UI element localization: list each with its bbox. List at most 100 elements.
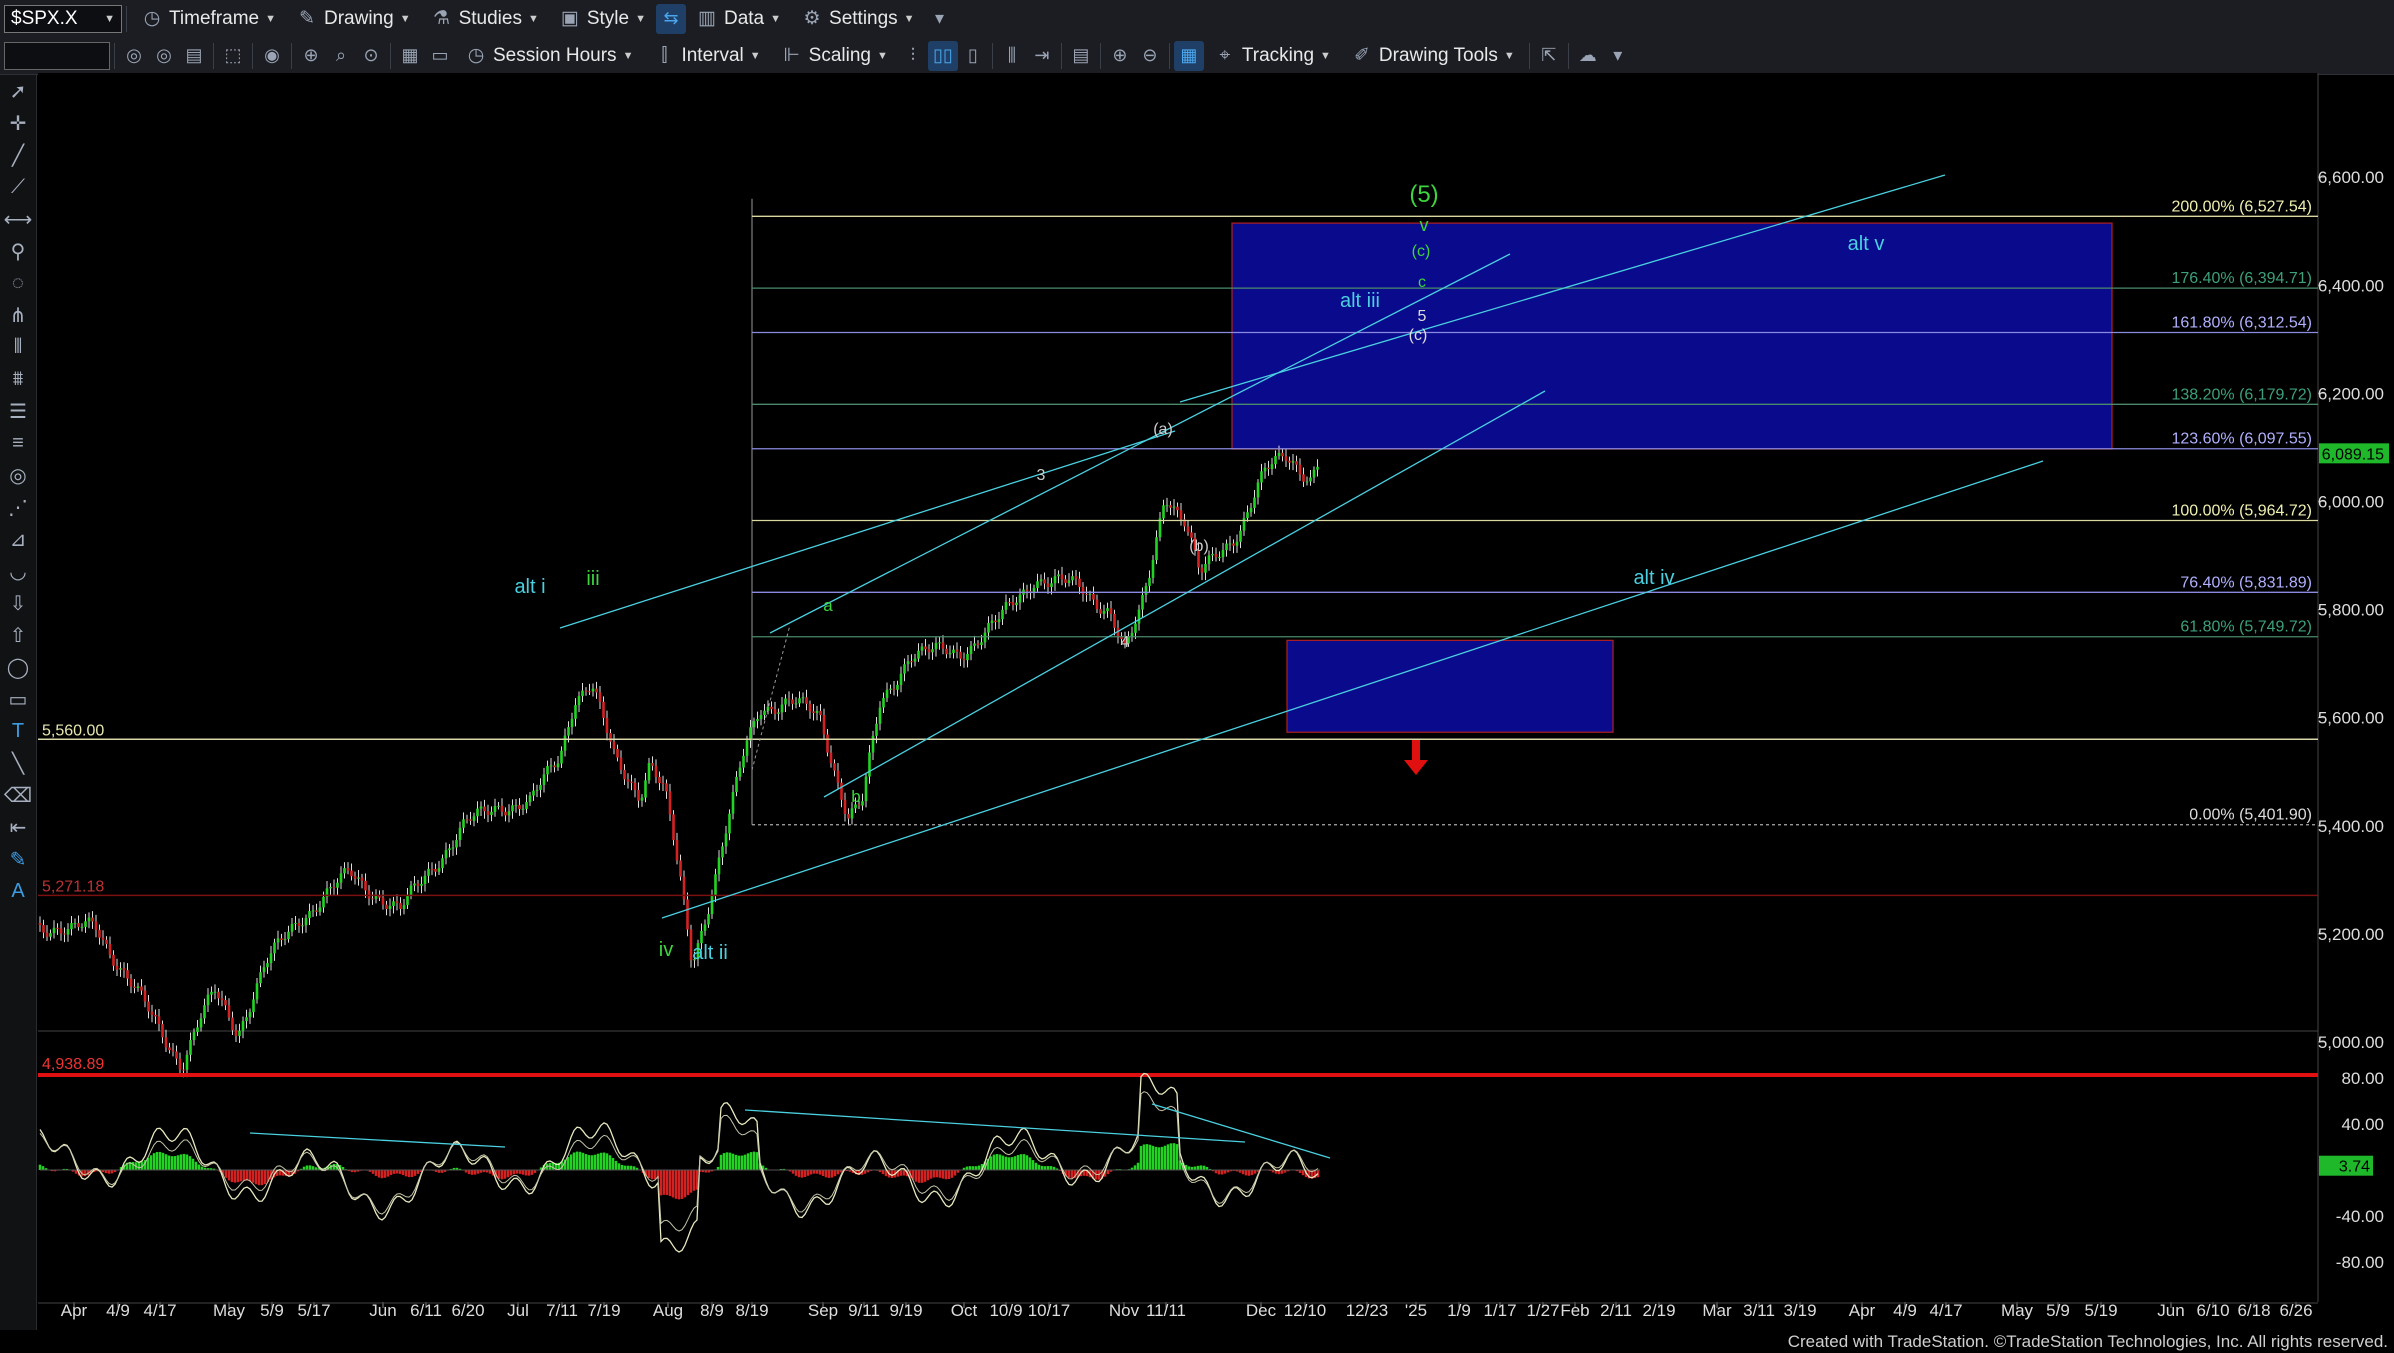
ellipse-icon[interactable]: ◯ [0,651,36,683]
grid-icon[interactable]: ▦ [1173,40,1204,71]
panel-icon[interactable]: ▤ [1066,41,1096,71]
chevron-down-icon: ▼ [1503,49,1515,62]
candle-body [336,882,339,888]
interval-menu[interactable]: ⫿ Interval ▼ [643,37,770,74]
arrow-up-icon[interactable]: ⇧ [0,619,36,651]
candle-body [73,922,77,924]
snap-icon[interactable]: ⇤ [0,811,36,843]
shift-chart-icon[interactable]: ⇥ [1027,41,1057,71]
candle-body [945,648,948,655]
crosshair-icon[interactable]: ⊕ [296,41,326,71]
crosshair-icon[interactable]: ✛ [0,107,36,139]
candle-body [318,907,322,912]
chevron-down-icon: ▼ [903,12,915,25]
more-icon[interactable]: ▾ [925,4,955,34]
stack-icon[interactable]: ▦ [395,41,425,71]
candle-body [371,898,374,900]
candle-body [819,710,822,716]
symbol-selector[interactable]: $SPX.X ▼ [4,4,122,33]
rectangle-icon[interactable]: ▭ [0,683,36,715]
window-icon[interactable]: ▭ [425,41,455,71]
candle-body [59,928,63,934]
interval-input[interactable] [4,41,110,70]
label-tool-icon[interactable]: A [0,875,36,907]
highlighter-icon[interactable]: ✎ [0,843,36,875]
candle-body [938,642,941,644]
bar-style-icon[interactable]: ⫶ [898,41,928,71]
session-hours-menu[interactable]: ◷ Session Hours ▼ [455,37,643,74]
data-window-icon[interactable]: ⊙ [356,41,386,71]
time-axis-label: 10/17 [1028,1301,1071,1320]
candle-body [910,661,913,663]
fib-circle-icon[interactable]: ◌ [0,267,36,299]
tracking-menu[interactable]: ⌖ Tracking ▼ [1204,37,1341,74]
line-tool-icon[interactable]: ╲ [0,747,36,779]
candle-body [815,710,819,713]
candle-body [1235,541,1239,546]
candle-body [56,927,59,929]
timeframe-menu[interactable]: ◷ Timeframe ▼ [131,0,286,37]
candle-body [941,642,945,649]
candle-body [1176,506,1179,511]
trendline-icon[interactable]: ╱ [0,139,36,171]
studies-menu[interactable]: ⚗ Studies ▼ [421,0,549,37]
candle-body [1123,638,1127,644]
candle-body [325,888,329,897]
candle-style-icon[interactable]: ▯▯ [927,40,958,71]
zoom-search-icon[interactable]: ⌕ [326,41,356,71]
candle-body [623,769,626,780]
data-menu[interactable]: ▥ Data ▼ [686,0,791,37]
andrews-pitchfork-icon[interactable]: ⋔ [0,299,36,331]
bar-spacing-icon[interactable]: ⫼ [997,41,1027,71]
ray-icon[interactable]: ⟋ [0,171,36,203]
candle-body [1284,456,1288,461]
link-icon[interactable]: ◎ [119,41,149,71]
candle-body [1256,482,1260,498]
more-icon[interactable]: ▾ [1603,41,1633,71]
scaling-menu[interactable]: ⊩ Scaling ▼ [771,37,898,74]
layout-icon[interactable]: ⇆ [655,3,686,34]
eraser-icon[interactable]: ⌫ [0,779,36,811]
fib-retracement-icon[interactable]: ☰ [0,395,36,427]
price-chart[interactable]: 6,600.00 6,400.00 6,200.00 6,000.00 5,800.00… [0,0,2394,1353]
fibonacci-icon[interactable]: ⚲ [0,235,36,267]
cursor-select-icon[interactable]: ⬚ [218,41,248,71]
style-menu[interactable]: ▣ Style ▼ [549,0,656,37]
candle-body [801,697,805,699]
horizontal-line-icon[interactable]: ⟷ [0,203,36,235]
candle-body [308,911,311,919]
fib-extension-icon[interactable]: ⩩ [0,363,36,395]
candle-body [1221,550,1225,558]
hollow-candle-icon[interactable]: ▯ [958,41,988,71]
vertical-lines-icon[interactable]: ⦀ [0,331,36,363]
export-icon[interactable]: ⇱ [1534,41,1564,71]
zoom-out-icon[interactable]: ⊖ [1135,41,1165,71]
pointer-icon[interactable]: ➚ [0,75,36,107]
candle-body [682,876,686,900]
gann-icon[interactable]: ◎ [0,459,36,491]
settings-menu[interactable]: ⚙ Settings ▼ [791,0,925,37]
candle-body [1137,609,1141,624]
scaling-icon: ⊩ [783,44,800,66]
regression-icon[interactable]: ⊿ [0,523,36,555]
fib-levels-icon[interactable]: ≡ [0,427,36,459]
target-icon[interactable]: ◉ [257,41,287,71]
text-icon[interactable]: T [0,715,36,747]
candle-body [980,642,983,646]
arrow-down-icon[interactable]: ⇩ [0,587,36,619]
refresh-icon[interactable]: ◎ [149,41,179,71]
candle-body [847,813,850,819]
candle-body [238,1030,241,1036]
chevron-down-icon: ▼ [635,12,646,25]
chat-icon[interactable]: ☁ [1573,41,1603,71]
image-icon[interactable]: ▤ [179,41,209,71]
chevron-down-icon: ▼ [622,49,634,62]
candle-body [126,970,129,979]
zoom-in-icon[interactable]: ⊕ [1105,41,1135,71]
drawing-tools-menu[interactable]: ✐ Drawing Tools ▼ [1341,37,1525,74]
drawing-menu[interactable]: ✎ Drawing ▼ [286,0,421,37]
candle-body [1165,505,1169,507]
speed-lines-icon[interactable]: ⋰ [0,491,36,523]
arc-icon[interactable]: ◡ [0,555,36,587]
candle-body [213,991,217,993]
